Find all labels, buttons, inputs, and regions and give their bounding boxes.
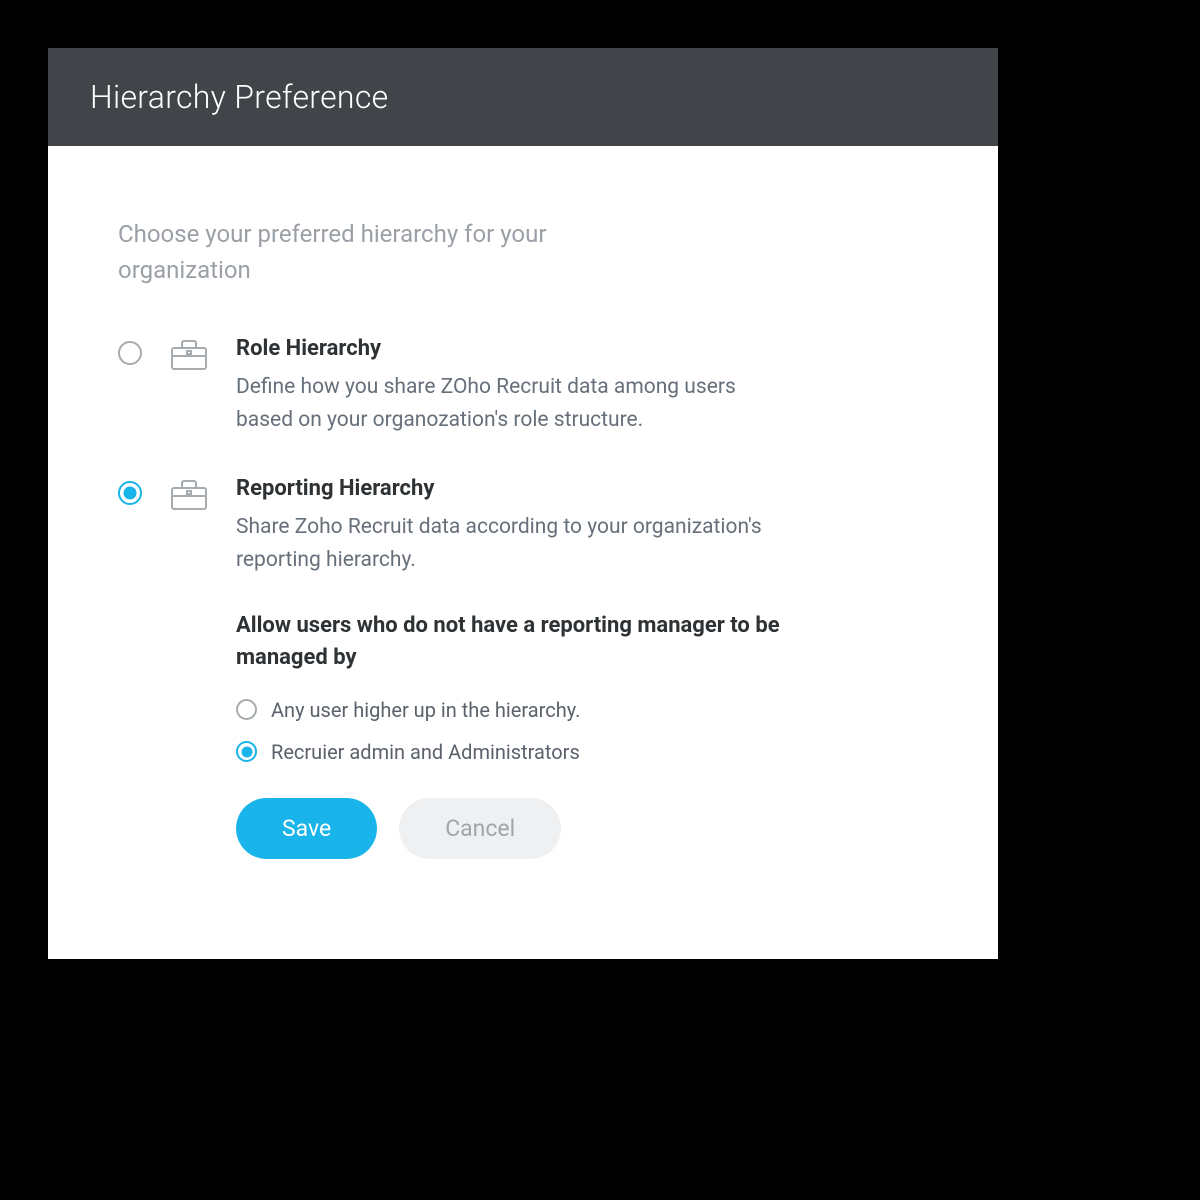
save-button[interactable]: Save xyxy=(236,798,377,859)
hierarchy-preference-dialog: Hierarchy Preference Choose your preferr… xyxy=(48,48,998,959)
radio-any-user-higher[interactable] xyxy=(236,699,257,720)
briefcase-icon xyxy=(170,476,208,516)
dialog-body: Choose your preferred hierarchy for your… xyxy=(48,146,998,959)
option-title: Role Hierarchy xyxy=(236,336,928,361)
sub-option-any-user[interactable]: Any user higher up in the hierarchy. xyxy=(236,698,928,722)
option-text-col: Reporting Hierarchy Share Zoho Recruit d… xyxy=(236,476,928,859)
sub-option-label: Recruier admin and Administrators xyxy=(271,740,580,764)
sub-option-label: Any user higher up in the hierarchy. xyxy=(271,698,580,722)
option-text-col: Role Hierarchy Define how you share ZOho… xyxy=(236,336,928,436)
reporting-subheading: Allow users who do not have a reporting … xyxy=(236,610,796,674)
briefcase-icon xyxy=(170,336,208,376)
cancel-button[interactable]: Cancel xyxy=(399,798,561,859)
option-title: Reporting Hierarchy xyxy=(236,476,928,501)
radio-role-hierarchy[interactable] xyxy=(118,341,142,365)
button-row: Save Cancel xyxy=(236,798,928,859)
dialog-intro-text: Choose your preferred hierarchy for your… xyxy=(118,216,678,288)
option-description: Define how you share ZOho Recruit data a… xyxy=(236,371,796,436)
radio-recruiter-admin[interactable] xyxy=(236,741,257,762)
radio-reporting-hierarchy[interactable] xyxy=(118,481,142,505)
option-reporting-hierarchy[interactable]: Reporting Hierarchy Share Zoho Recruit d… xyxy=(118,476,928,859)
dialog-title: Hierarchy Preference xyxy=(90,78,956,116)
sub-option-recruiter-admin[interactable]: Recruier admin and Administrators xyxy=(236,740,928,764)
option-role-hierarchy[interactable]: Role Hierarchy Define how you share ZOho… xyxy=(118,336,928,436)
option-description: Share Zoho Recruit data according to you… xyxy=(236,511,796,576)
dialog-header: Hierarchy Preference xyxy=(48,48,998,146)
